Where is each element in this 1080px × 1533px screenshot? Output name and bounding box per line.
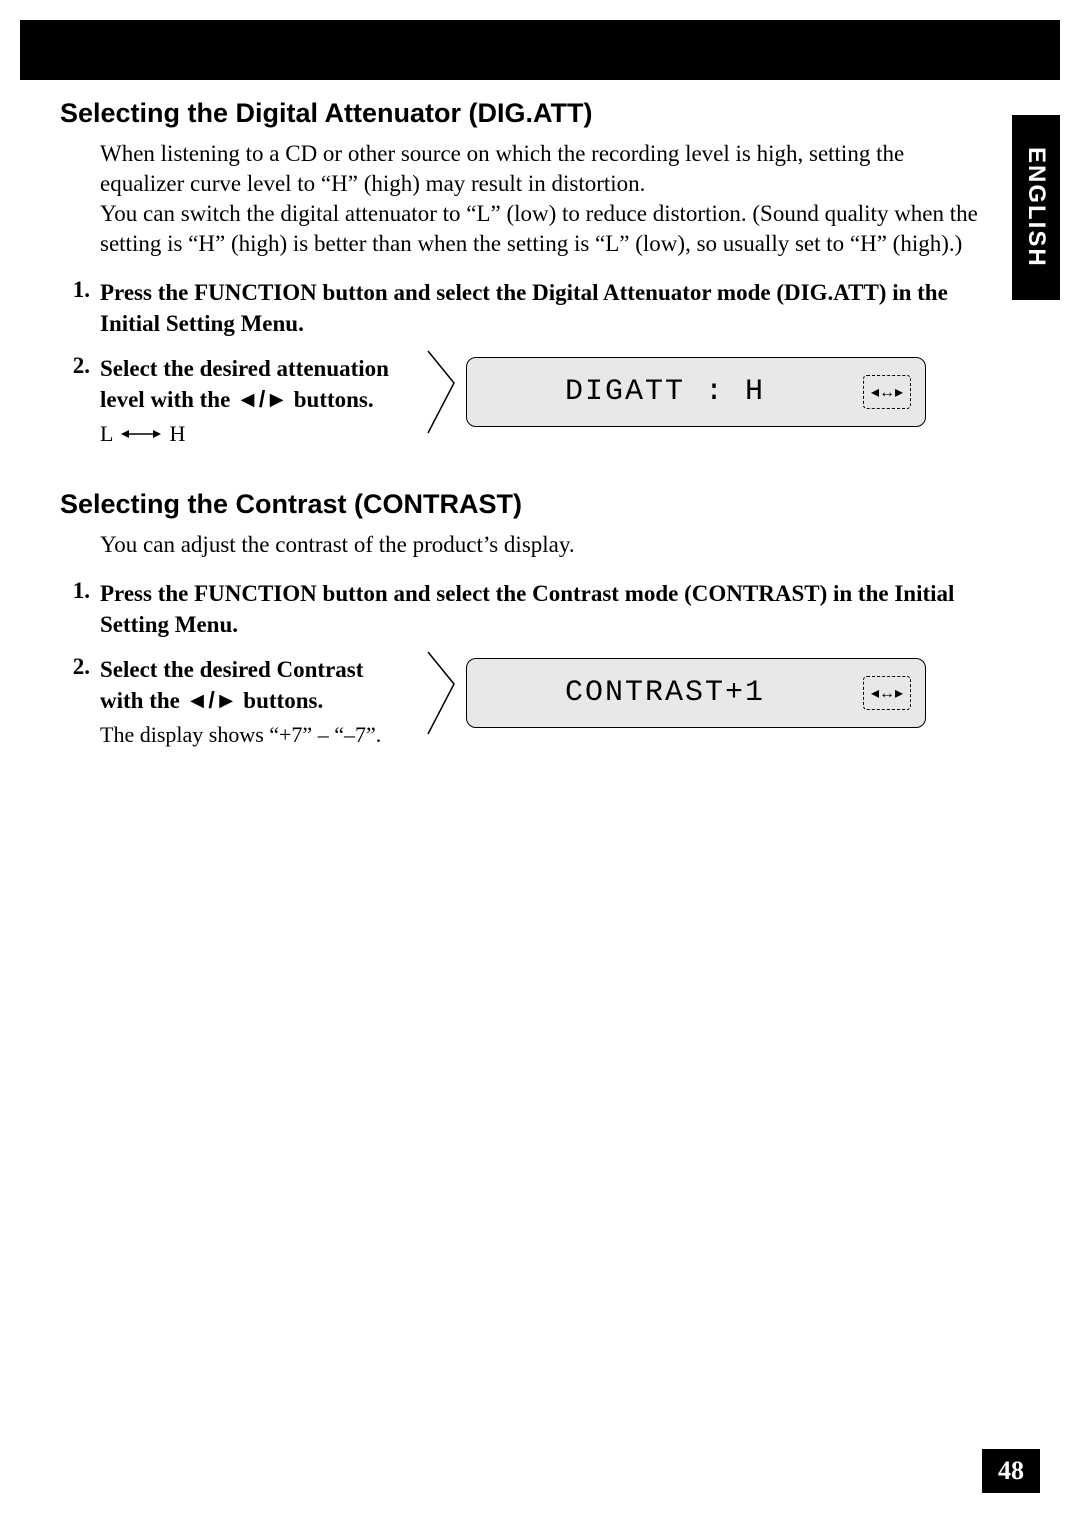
pointer-icon — [420, 648, 460, 738]
left-right-buttons-icon: ◄/► — [186, 687, 238, 713]
left-right-buttons-icon: ◄/► — [236, 386, 288, 412]
step-number: 2. — [60, 654, 100, 748]
contrast-step-2-row: 2. Select the desired Contrast with the … — [60, 654, 990, 762]
lcd-text: CONTRAST+1 — [467, 676, 863, 710]
lcd-nav-icon: ◂↔▸ — [863, 375, 911, 409]
step-number: 1. — [60, 277, 100, 339]
page-number: 48 — [982, 1449, 1040, 1493]
step-number: 2. — [60, 353, 100, 447]
section-intro-contrast: You can adjust the contrast of the produ… — [100, 530, 980, 560]
step-text: Press the FUNCTION button and select the… — [100, 277, 990, 339]
step-text-part-a: Select the desired Contrast with the ◄/►… — [100, 657, 363, 713]
lcd-text: DIGATT : H — [467, 375, 863, 409]
contrast-range-note: The display shows “+7” – “–7”. — [100, 722, 410, 748]
lh-toggle-note: L H — [100, 421, 185, 447]
digatt-step-2-row: 2. Select the desired attenuation level … — [60, 353, 990, 461]
page-content: Selecting the Digital Attenuator (DIG.AT… — [60, 98, 990, 762]
section-heading-contrast: Selecting the Contrast (CONTRAST) — [60, 489, 990, 520]
language-tab: ENGLISH — [1012, 115, 1060, 300]
language-tab-label: ENGLISH — [1022, 147, 1050, 268]
section-heading-digatt: Selecting the Digital Attenuator (DIG.AT… — [60, 98, 990, 129]
pointer-icon — [420, 347, 460, 437]
step-text: Press the FUNCTION button and select the… — [100, 578, 990, 640]
digatt-step-1: 1. Press the FUNCTION button and select … — [60, 277, 990, 339]
step-number: 1. — [60, 578, 100, 640]
step-text-part-a: Select the desired attenuation level wit… — [100, 356, 389, 412]
lcd-display-contrast: CONTRAST+1 ◂↔▸ — [420, 648, 926, 738]
lcd-display-digatt: DIGATT : H ◂↔▸ — [420, 347, 926, 437]
lcd-nav-icon: ◂↔▸ — [863, 676, 911, 710]
section-intro-digatt: When listening to a CD or other source o… — [100, 139, 980, 259]
double-arrow-icon — [121, 427, 161, 441]
header-black-bar — [20, 20, 1060, 80]
contrast-step-1: 1. Press the FUNCTION button and select … — [60, 578, 990, 640]
